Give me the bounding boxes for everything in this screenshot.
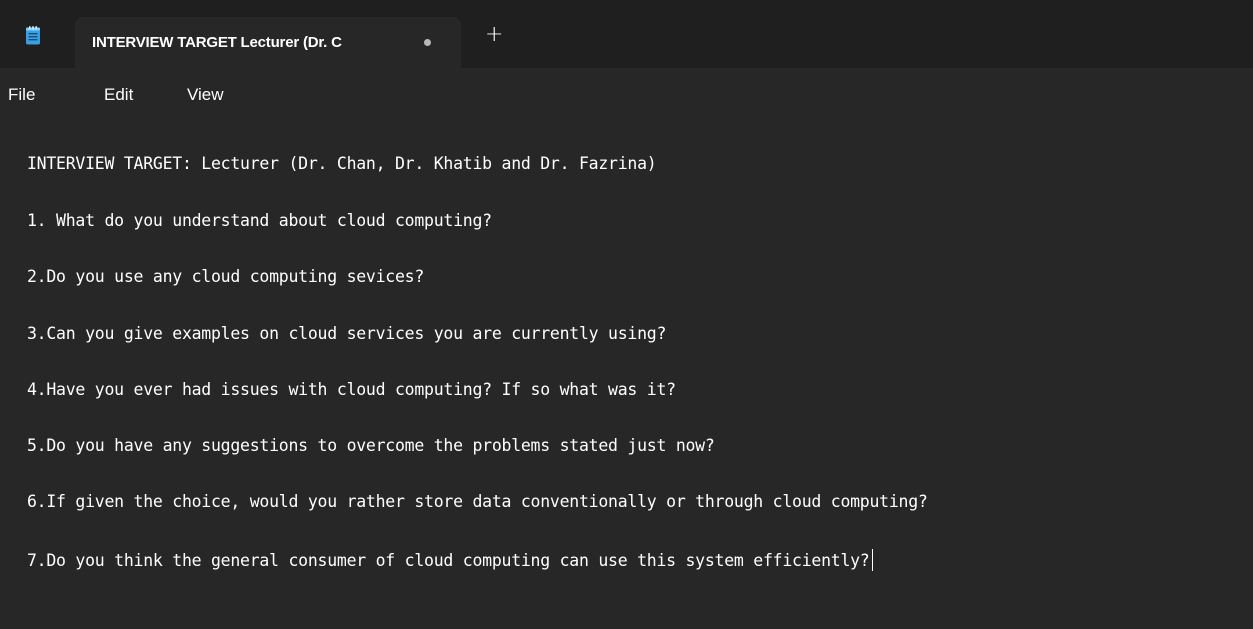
text-line-last: 7.Do you think the general consumer of c… — [27, 549, 873, 571]
unsaved-dot-icon[interactable] — [424, 39, 431, 46]
text-line: 4.Have you ever had issues with cloud co… — [27, 380, 676, 399]
menu-edit[interactable]: Edit — [104, 85, 133, 105]
text-caret — [871, 549, 873, 571]
tab-document[interactable]: INTERVIEW TARGET Lecturer (Dr. C — [75, 17, 461, 68]
text-line: INTERVIEW TARGET: Lecturer (Dr. Chan, Dr… — [27, 154, 657, 173]
menu-view[interactable]: View — [187, 85, 224, 105]
menu-file[interactable]: File — [8, 85, 35, 105]
text-line: 5.Do you have any suggestions to overcom… — [27, 436, 715, 455]
text-line: 1. What do you understand about cloud co… — [27, 211, 492, 230]
new-tab-button[interactable]: + — [485, 24, 503, 46]
notepad-icon — [25, 26, 41, 45]
tab-title: INTERVIEW TARGET Lecturer (Dr. C — [92, 34, 342, 51]
text-line: 6.If given the choice, would you rather … — [27, 492, 928, 511]
text-line-content: 7.Do you think the general consumer of c… — [27, 551, 870, 570]
text-line: 3.Can you give examples on cloud service… — [27, 324, 667, 343]
text-line: 2.Do you use any cloud computing sevices… — [27, 267, 425, 286]
menu-bar: File Edit View — [0, 68, 1253, 119]
tab-strip: INTERVIEW TARGET Lecturer (Dr. C + — [0, 0, 1253, 68]
notepad-window: INTERVIEW TARGET Lecturer (Dr. C + File … — [0, 0, 1253, 629]
text-editor[interactable]: INTERVIEW TARGET: Lecturer (Dr. Chan, Dr… — [0, 119, 1253, 629]
